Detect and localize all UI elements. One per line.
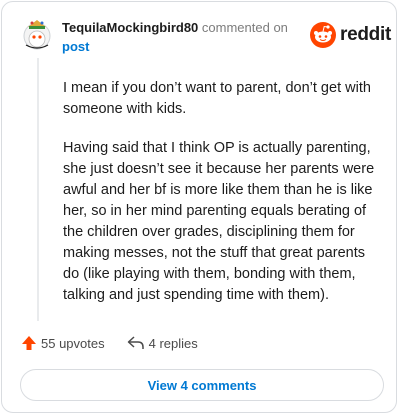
post-link[interactable]: post — [62, 37, 302, 56]
username[interactable]: TequilaMockingbird80 — [62, 20, 198, 35]
upvote-count: 55 upvotes — [41, 335, 105, 351]
user-avatar[interactable] — [20, 17, 54, 51]
reply-count: 4 replies — [148, 335, 198, 351]
reply-button[interactable]: 4 replies — [127, 335, 198, 351]
upvote-arrow-icon — [22, 336, 36, 350]
commented-on-label: commented on — [201, 20, 288, 35]
reddit-wordmark: reddit — [340, 24, 391, 45]
comment-body: I mean if you don’t want to parent, don’… — [63, 78, 383, 324]
comment-paragraph: I mean if you don’t want to parent, don’… — [63, 80, 371, 117]
reddit-alien-icon — [310, 22, 336, 48]
thread-line[interactable] — [37, 58, 39, 321]
view-comments-button[interactable]: View 4 comments — [20, 369, 384, 401]
comment-paragraph: Having said that I think OP is actually … — [63, 140, 375, 303]
comment-actions: 55 upvotes 4 replies — [21, 335, 198, 351]
upvote-button[interactable]: 55 upvotes — [21, 335, 105, 351]
comment-header: TequilaMockingbird80 commented on post — [62, 18, 302, 56]
reply-icon — [127, 336, 144, 349]
comment-card: TequilaMockingbird80 commented on post r… — [1, 1, 397, 413]
reddit-logo[interactable]: reddit — [310, 22, 391, 48]
